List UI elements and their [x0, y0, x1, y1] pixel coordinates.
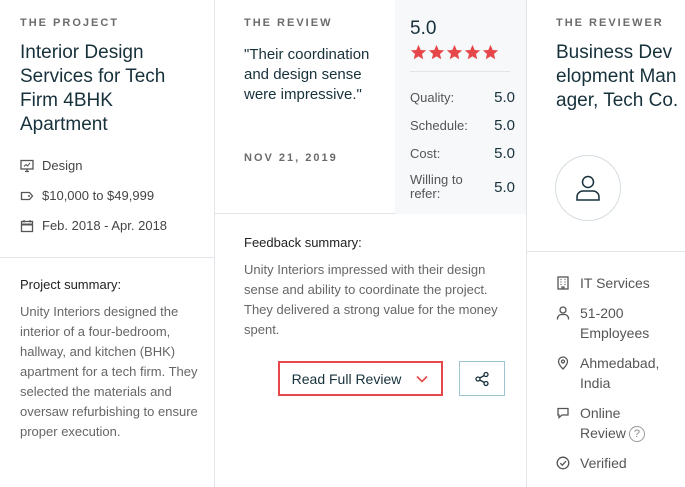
ratings-panel: 5.0 Quality: 5.0 Schedule: 5.0 Cost: 5.0	[395, 0, 526, 214]
feedback-summary: Feedback summary: Unity Interiors impres…	[244, 235, 514, 340]
avatar	[555, 155, 621, 221]
person-icon	[556, 306, 570, 320]
reviewer-location: Ahmedabad, India	[556, 353, 666, 393]
star-icon	[446, 44, 463, 60]
star-icon	[482, 44, 499, 60]
reviewer-header: THE REVIEWER Business Development Manage…	[527, 0, 685, 252]
reviewer-location-label: Ahmedabad, India	[580, 355, 660, 391]
reviewer-verified: Verified	[556, 453, 627, 473]
rating-value: 5.0	[494, 145, 515, 162]
reviewer-title: Business Development Manager, Tech Co.	[556, 42, 679, 111]
rating-value: 5.0	[494, 117, 515, 134]
star-icon	[410, 44, 427, 60]
reviewer-employees-label: 51-200 Employees	[580, 305, 650, 341]
read-full-review-label: Read Full Review	[291, 370, 402, 387]
project-dates-label: Feb. 2018 - Apr. 2018	[42, 218, 168, 233]
chevron-down-icon	[416, 375, 428, 383]
project-summary-text: Unity Interiors designed the interior of…	[20, 304, 198, 439]
building-icon	[556, 276, 570, 290]
star-icon	[428, 44, 445, 60]
star-icon	[464, 44, 481, 60]
feedback-summary-label: Feedback summary:	[244, 235, 362, 250]
rating-value: 5.0	[494, 89, 515, 106]
price-tag-icon	[20, 189, 34, 203]
project-service: Design	[20, 158, 82, 173]
reviewer-verified-label: Verified	[580, 455, 627, 471]
star-rating	[410, 44, 500, 61]
feedback-summary-text: Unity Interiors impressed with their des…	[244, 262, 498, 337]
user-icon	[576, 175, 600, 201]
calendar-icon	[20, 219, 34, 233]
rating-label: Cost:	[410, 145, 441, 161]
review-header: THE REVIEW "Their coordination and desig…	[215, 0, 526, 214]
rating-cost: Cost: 5.0	[410, 145, 515, 162]
project-summary-label: Project summary:	[20, 277, 122, 292]
rating-label: Quality:	[410, 89, 455, 105]
review-quote: "Their coordination and design sense wer…	[244, 46, 370, 103]
share-button[interactable]	[459, 361, 505, 396]
chat-icon	[556, 406, 570, 420]
rating-quality: Quality: 5.0	[410, 89, 515, 106]
read-full-review-button[interactable]: Read Full Review	[278, 361, 443, 396]
rating-willing-to-refer: Willing to refer: 5.0	[410, 173, 515, 201]
reviewer-industry-label: IT Services	[580, 275, 650, 291]
rating-value: 5.0	[494, 178, 515, 196]
monitor-icon	[20, 159, 34, 173]
check-circle-icon	[556, 456, 570, 470]
review-date: NOV 21, 2019	[244, 152, 338, 164]
ratings-divider	[410, 71, 510, 72]
project-budget-label: $10,000 to $49,999	[42, 188, 155, 203]
project-header: THE PROJECT Interior Design Services for…	[0, 0, 215, 258]
project-summary: Project summary: Unity Interiors designe…	[20, 277, 200, 442]
reviewer-review-type-text: Online Review?	[580, 403, 646, 443]
reviewer-eyebrow: THE REVIEWER	[556, 17, 664, 29]
review-eyebrow: THE REVIEW	[244, 17, 333, 29]
rating-label: Schedule:	[410, 117, 468, 133]
map-pin-icon	[556, 356, 570, 370]
project-service-label: Design	[42, 158, 83, 173]
reviewer-industry: IT Services	[556, 273, 650, 293]
rating-label: Willing to refer:	[410, 172, 463, 201]
project-title: Interior Design Services for Tech Firm 4…	[20, 42, 166, 135]
reviewer-review-type: Online Review?	[556, 403, 646, 443]
reviewer-employees: 51-200 Employees	[556, 303, 650, 343]
project-eyebrow: THE PROJECT	[20, 17, 120, 29]
review-column: THE REVIEW "Their coordination and desig…	[215, 0, 526, 487]
review-quote-panel: THE REVIEW "Their coordination and desig…	[215, 0, 395, 214]
reviewer-column: THE REVIEWER Business Development Manage…	[526, 0, 685, 487]
project-dates: Feb. 2018 - Apr. 2018	[20, 218, 167, 233]
project-budget: $10,000 to $49,999	[20, 188, 154, 203]
share-icon	[475, 371, 489, 386]
rating-schedule: Schedule: 5.0	[410, 117, 515, 134]
project-column: THE PROJECT Interior Design Services for…	[0, 0, 215, 487]
overall-rating: 5.0	[410, 18, 437, 39]
reviewer-review-type-label: Online Review	[580, 405, 626, 441]
help-icon[interactable]: ?	[628, 426, 645, 443]
